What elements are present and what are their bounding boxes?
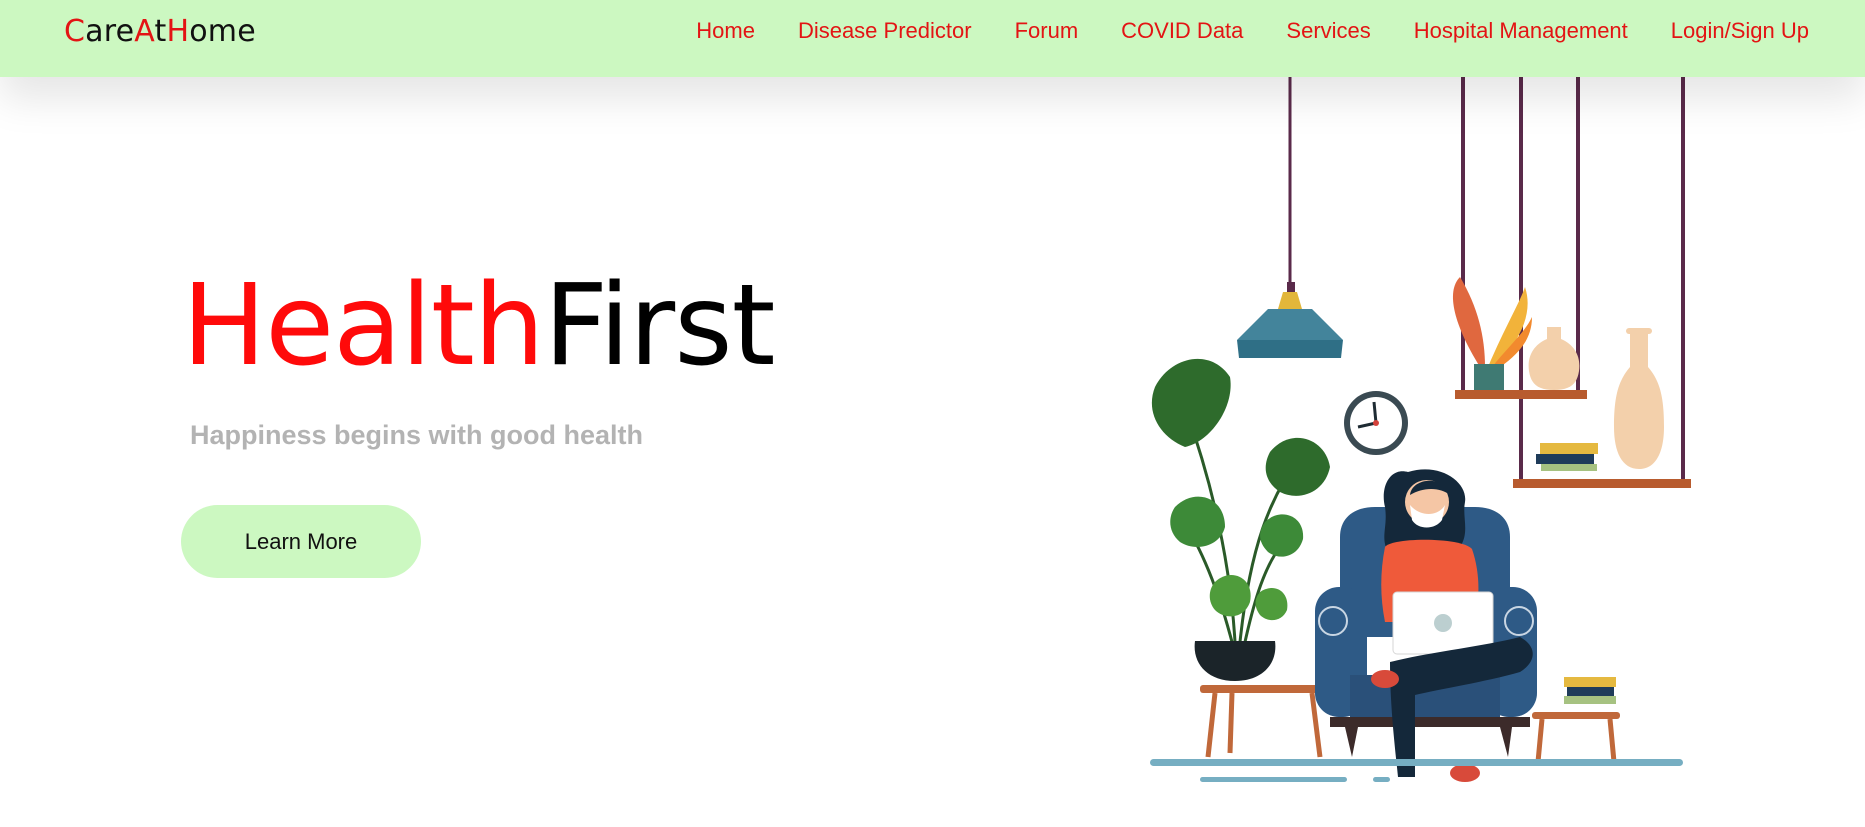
nav-link-disease-predictor[interactable]: Disease Predictor — [798, 18, 972, 44]
learn-more-button[interactable]: Learn More — [181, 505, 421, 578]
hero-title-first: First — [543, 261, 776, 391]
nav-link-covid-data[interactable]: COVID Data — [1121, 18, 1243, 44]
lamp-icon — [1237, 282, 1343, 358]
nav-link-services[interactable]: Services — [1286, 18, 1370, 44]
hero-title: HealthFirst — [182, 270, 775, 382]
clock-icon — [1344, 391, 1408, 455]
nav-link-forum[interactable]: Forum — [1015, 18, 1079, 44]
brand-logo[interactable]: CareAtHome — [64, 14, 256, 49]
hero-subtitle: Happiness begins with good health — [190, 420, 644, 450]
monstera-plant-icon — [1151, 358, 1330, 681]
nav-link-login-signup[interactable]: Login/Sign Up — [1671, 18, 1809, 44]
brand-letter: ome — [189, 14, 256, 49]
nav-links: Home Disease Predictor Forum COVID Data … — [696, 18, 1809, 44]
brand-letter: A — [134, 14, 155, 49]
navbar: CareAtHome Home Disease Predictor Forum … — [0, 0, 1865, 77]
nav-link-home[interactable]: Home — [696, 18, 755, 44]
brand-letter: C — [64, 14, 86, 49]
nav-link-hospital-management[interactable]: Hospital Management — [1414, 18, 1628, 44]
brand-letter: are — [85, 14, 135, 49]
hero-title-health: Health — [182, 261, 545, 391]
woman-working-from-home-illustration — [1150, 77, 1691, 782]
brand-letter: t — [154, 14, 167, 49]
brand-letter: H — [166, 14, 190, 49]
